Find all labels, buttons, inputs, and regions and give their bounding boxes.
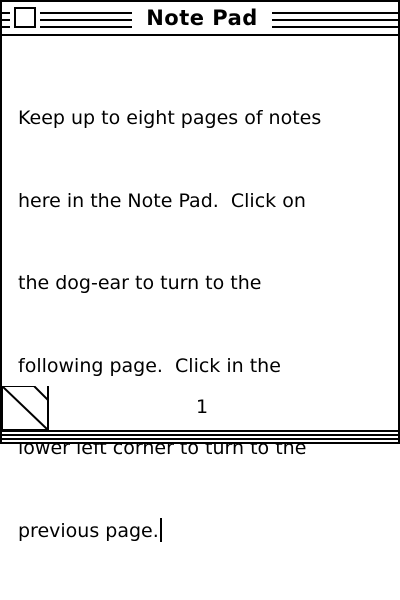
note-line: the dog-ear to turn to the <box>18 272 262 294</box>
window-title: Note Pad <box>132 4 272 32</box>
note-line: Keep up to eight pages of notes <box>18 107 322 129</box>
note-pad-window: Note Pad Keep up to eight pages of notes… <box>0 0 400 542</box>
note-line-last: previous page. <box>18 517 388 546</box>
bottom-page-edge <box>2 430 398 442</box>
page-number: 1 <box>195 396 209 418</box>
note-text-area[interactable]: Keep up to eight pages of notes here in … <box>18 50 388 600</box>
title-bar[interactable]: Note Pad <box>2 2 398 36</box>
note-line: here in the Note Pad. Click on <box>18 189 306 212</box>
close-box[interactable] <box>10 3 40 32</box>
note-line-text: previous page. <box>18 519 159 542</box>
note-line: following page. Click in the <box>18 354 281 377</box>
dog-ear-previous-page[interactable] <box>2 386 50 432</box>
text-cursor <box>159 517 162 542</box>
